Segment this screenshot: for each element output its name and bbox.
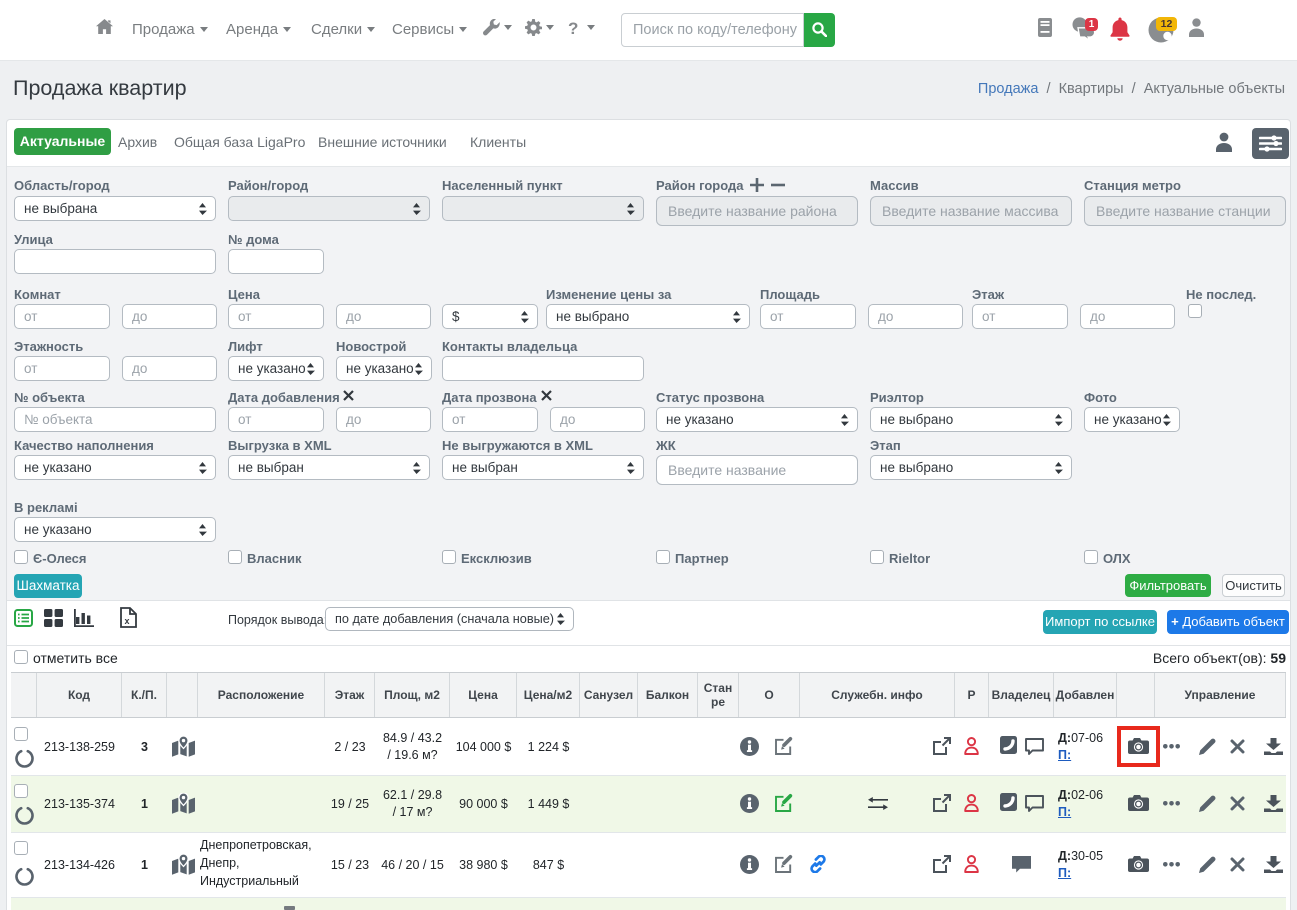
svg-text:x: x [125, 616, 130, 626]
